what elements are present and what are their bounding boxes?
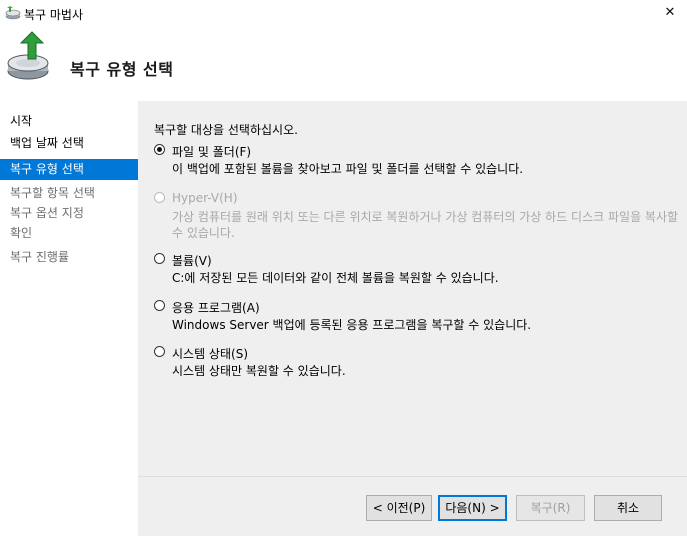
backup-disk-icon	[7, 31, 49, 80]
option-label[interactable]: 응용 프로그램(A)	[172, 299, 260, 316]
radio-files-folders[interactable]	[154, 144, 165, 155]
title-bar: 복구 마법사 ✕	[0, 0, 687, 26]
radio-application[interactable]	[154, 300, 165, 311]
option-label[interactable]: 볼륨(V)	[172, 252, 212, 269]
cancel-button[interactable]: 취소	[594, 495, 662, 521]
radio-hyper-v	[154, 192, 165, 203]
option-description: 가상 컴퓨터를 원래 위치 또는 다른 위치로 복원하거나 가상 컴퓨터의 가상…	[172, 210, 679, 240]
sidebar-item-start: 시작	[10, 114, 33, 128]
option-description: 이 백업에 포함된 볼륨을 찾아보고 파일 및 폴더를 선택할 수 있습니다.	[172, 162, 524, 176]
sidebar-item-backup-date: 백업 날짜 선택	[10, 136, 84, 150]
sidebar-item-recovery-options: 복구 옵션 지정	[10, 206, 84, 220]
next-button[interactable]: 다음(N) >	[438, 495, 507, 521]
sidebar-item-progress: 복구 진행률	[10, 250, 70, 264]
radio-system-state[interactable]	[154, 346, 165, 357]
recovery-wizard-icon	[5, 6, 21, 20]
sidebar-item-select-items: 복구할 항목 선택	[10, 186, 95, 200]
wizard-steps-sidebar: 시작 백업 날짜 선택 복구 유형 선택 복구할 항목 선택 복구 옵션 지정 …	[0, 101, 138, 536]
sidebar-item-confirm: 확인	[10, 226, 33, 240]
footer-divider	[138, 476, 687, 477]
back-button[interactable]: < 이전(P)	[366, 495, 432, 521]
option-description: 시스템 상태만 복원할 수 있습니다.	[172, 364, 346, 378]
option-label: Hyper-V(H)	[172, 191, 238, 205]
option-label[interactable]: 시스템 상태(S)	[172, 345, 248, 362]
main-content: 복구할 대상을 선택하십시오. 파일 및 폴더(F) 이 백업에 포함된 볼륨을…	[138, 101, 687, 536]
recover-button: 복구(R)	[516, 495, 585, 521]
radio-volume[interactable]	[154, 253, 165, 264]
option-description: C:에 저장된 모든 데이터와 같이 전체 볼륨을 복원할 수 있습니다.	[172, 271, 499, 285]
page-title: 복구 유형 선택	[70, 60, 174, 79]
window-title: 복구 마법사	[24, 8, 84, 22]
option-label[interactable]: 파일 및 폴더(F)	[172, 143, 251, 160]
selection-prompt: 복구할 대상을 선택하십시오.	[154, 123, 298, 137]
sidebar-item-recovery-type: 복구 유형 선택	[0, 159, 138, 180]
wizard-header: 복구 유형 선택	[0, 26, 687, 101]
option-description: Windows Server 백업에 등록된 응용 프로그램을 복구할 수 있습…	[172, 318, 532, 332]
close-icon[interactable]: ✕	[659, 2, 681, 24]
